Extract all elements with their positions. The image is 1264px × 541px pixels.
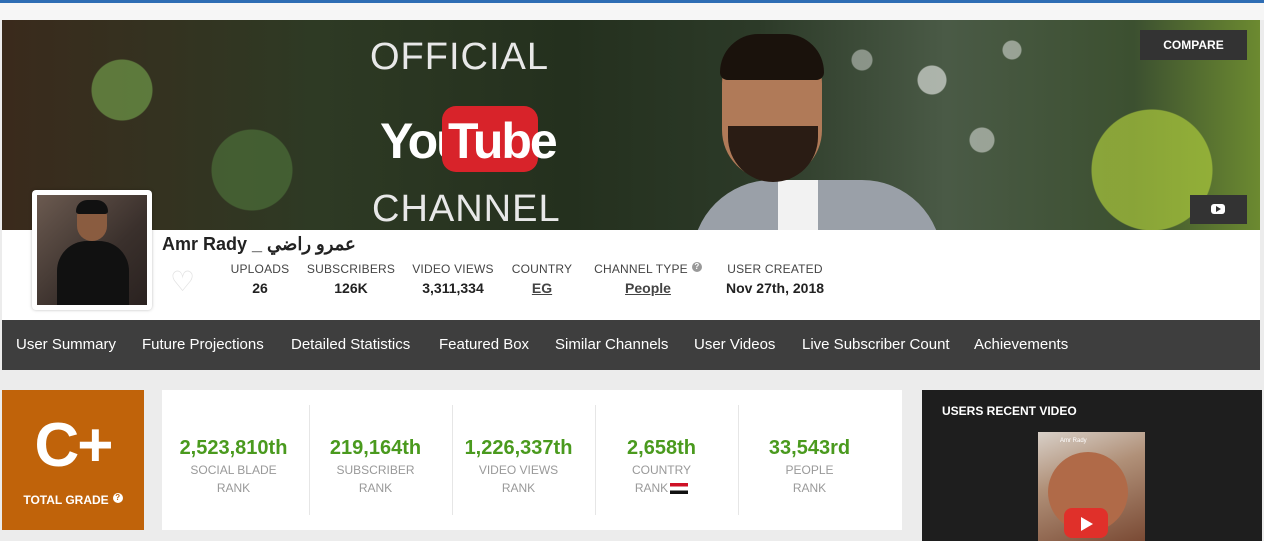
banner-official-text: OFFICIAL [370, 36, 550, 78]
stat-value: 3,311,334 [422, 280, 484, 296]
rank-label-text: RANK [634, 481, 669, 495]
stat-label: COUNTRY [511, 262, 573, 276]
avatar-image [37, 195, 147, 305]
channel-banner: OFFICIAL You Tube CHANNEL [2, 20, 1260, 230]
rank-value: 2,658th [627, 437, 696, 459]
recent-video-title: USERS RECENT VIDEO [942, 404, 1077, 418]
stat-label: CHANNEL TYPE? [586, 262, 710, 276]
stat-label-text: CHANNEL TYPE [594, 262, 688, 276]
nav-live-subscriber-count[interactable]: Live Subscriber Count [802, 320, 950, 370]
channel-nav: User Summary Future Projections Detailed… [2, 320, 1260, 370]
play-icon[interactable] [1064, 508, 1108, 538]
stat-uploads: UPLOADS 26 [222, 262, 298, 296]
total-grade-box: C+ TOTAL GRADE? [2, 390, 144, 530]
stat-subscribers: SUBSCRIBERS 126K [304, 262, 398, 296]
avatar-hair [76, 200, 108, 214]
grade-label: TOTAL GRADE? [2, 493, 144, 507]
rank-label: VIDEO VIEWS [478, 463, 559, 477]
rank-label: RANK [590, 481, 733, 495]
channel-name: Amr Rady _ عمرو راضي [162, 234, 356, 254]
youtube-link-button[interactable] [1190, 195, 1247, 224]
top-gap [0, 3, 1264, 20]
banner-person-beard [728, 126, 818, 182]
question-icon[interactable]: ? [691, 262, 702, 272]
banner-tube-box: Tube [442, 106, 558, 172]
nav-detailed-statistics[interactable]: Detailed Statistics [291, 320, 410, 370]
stat-channel-type: CHANNEL TYPE? People [586, 262, 710, 296]
stat-country: COUNTRY EG [506, 262, 578, 296]
banner-person-hair [720, 34, 824, 80]
rank-label: SUBSCRIBER [336, 463, 415, 477]
nav-user-videos[interactable]: User Videos [694, 320, 775, 370]
stat-label: USER CREATED [727, 262, 823, 276]
nav-featured-box[interactable]: Featured Box [439, 320, 529, 370]
rank-video-views: 1,226,337th VIDEO VIEWS RANK [447, 405, 590, 515]
stat-label: SUBSCRIBERS [306, 262, 396, 276]
nav-user-summary[interactable]: User Summary [16, 320, 116, 370]
question-icon[interactable]: ? [112, 493, 123, 503]
stat-user-created: USER CREATED Nov 27th, 2018 [718, 262, 832, 296]
thumbnail-title: Amr Rady [1060, 438, 1087, 444]
nav-future-projections[interactable]: Future Projections [142, 320, 264, 370]
heart-icon[interactable]: ♡ [170, 268, 195, 296]
egypt-flag-icon [670, 483, 689, 495]
country-link[interactable]: EG [506, 280, 578, 296]
rank-label: RANK [216, 481, 251, 495]
rank-value: 219,164th [329, 437, 422, 459]
stat-value: Nov 27th, 2018 [725, 280, 825, 296]
rank-label: RANK [792, 481, 827, 495]
banner-channel-text: CHANNEL [372, 188, 561, 230]
banner-tube-text: Tube [448, 113, 558, 169]
avatar-body [57, 241, 129, 305]
stat-video-views: VIDEO VIEWS 3,311,334 [408, 262, 498, 296]
rank-label: PEOPLE [785, 463, 834, 477]
banner-person-image [682, 30, 942, 230]
avatar[interactable] [32, 190, 152, 310]
nav-achievements[interactable]: Achievements [974, 320, 1068, 370]
stat-label: UPLOADS [230, 262, 290, 276]
banner-person-shirt [778, 180, 818, 230]
recent-video-thumbnail[interactable]: Amr Rady [1038, 432, 1145, 541]
rank-label: SOCIAL BLADE [190, 463, 277, 477]
rank-value: 33,543rd [768, 437, 851, 459]
grade-value: C+ [34, 411, 114, 480]
stat-value: 126K [334, 280, 368, 296]
rank-subscriber: 219,164th SUBSCRIBER RANK [304, 405, 447, 515]
rank-label: COUNTRY [631, 463, 692, 477]
stat-value: 26 [252, 280, 268, 296]
rank-people: 33,543rd PEOPLE RANK [738, 405, 881, 515]
rank-label: RANK [358, 481, 393, 495]
rank-country: 2,658th COUNTRY RANK [590, 405, 733, 515]
channel-type-link[interactable]: People [586, 280, 710, 296]
youtube-icon [1211, 204, 1225, 214]
ranks-panel: 2,523,810th SOCIAL BLADE RANK 219,164th … [162, 390, 902, 530]
rank-label: RANK [501, 481, 536, 495]
rank-value: 1,226,337th [464, 437, 573, 459]
stat-label: VIDEO VIEWS [412, 262, 494, 276]
grade-label-text: TOTAL GRADE [23, 493, 109, 507]
nav-similar-channels[interactable]: Similar Channels [555, 320, 668, 370]
recent-video-panel: USERS RECENT VIDEO Amr Rady [922, 390, 1262, 541]
compare-button[interactable]: COMPARE [1140, 30, 1247, 60]
rank-value: 2,523,810th [179, 437, 288, 459]
rank-social-blade: 2,523,810th SOCIAL BLADE RANK [162, 405, 305, 515]
